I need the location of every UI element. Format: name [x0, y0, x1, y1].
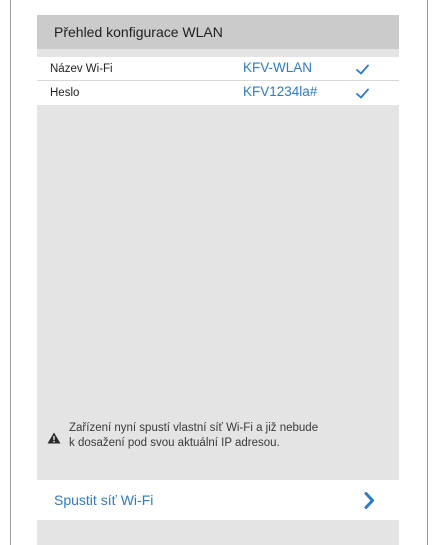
wifi-name-value: KFV-WLAN	[243, 60, 313, 75]
warning-line-1: Zařízení nyní spustí vlastní síť Wi-Fi a…	[69, 422, 319, 434]
warning-line-2: k dosažení pod svou aktuální IP adresou.	[69, 437, 280, 449]
warning-text: Zařízení nyní spustí vlastní síť Wi-Fi a…	[69, 421, 389, 451]
wifi-name-label: Název Wi-Fi	[50, 63, 113, 75]
start-wifi-label: Spustit síť Wi-Fi	[54, 492, 154, 508]
checkmark-icon	[356, 88, 369, 99]
wlan-overview-screen: Přehled konfigurace WLAN Název Wi-Fi KFV…	[37, 15, 399, 545]
warning-icon	[47, 432, 61, 444]
start-wifi-button[interactable]: Spustit síť Wi-Fi	[37, 480, 399, 520]
password-label: Heslo	[50, 87, 80, 99]
password-value: KFV1234la#	[243, 84, 318, 99]
row-wifi-name[interactable]: Název Wi-Fi KFV-WLAN	[37, 57, 399, 81]
row-password[interactable]: Heslo KFV1234la#	[37, 81, 399, 105]
checkmark-icon	[356, 64, 369, 75]
chevron-right-icon	[364, 492, 374, 509]
warning-notice: Zařízení nyní spustí vlastní síť Wi-Fi a…	[37, 420, 399, 460]
page-title: Přehled konfigurace WLAN	[37, 15, 399, 49]
